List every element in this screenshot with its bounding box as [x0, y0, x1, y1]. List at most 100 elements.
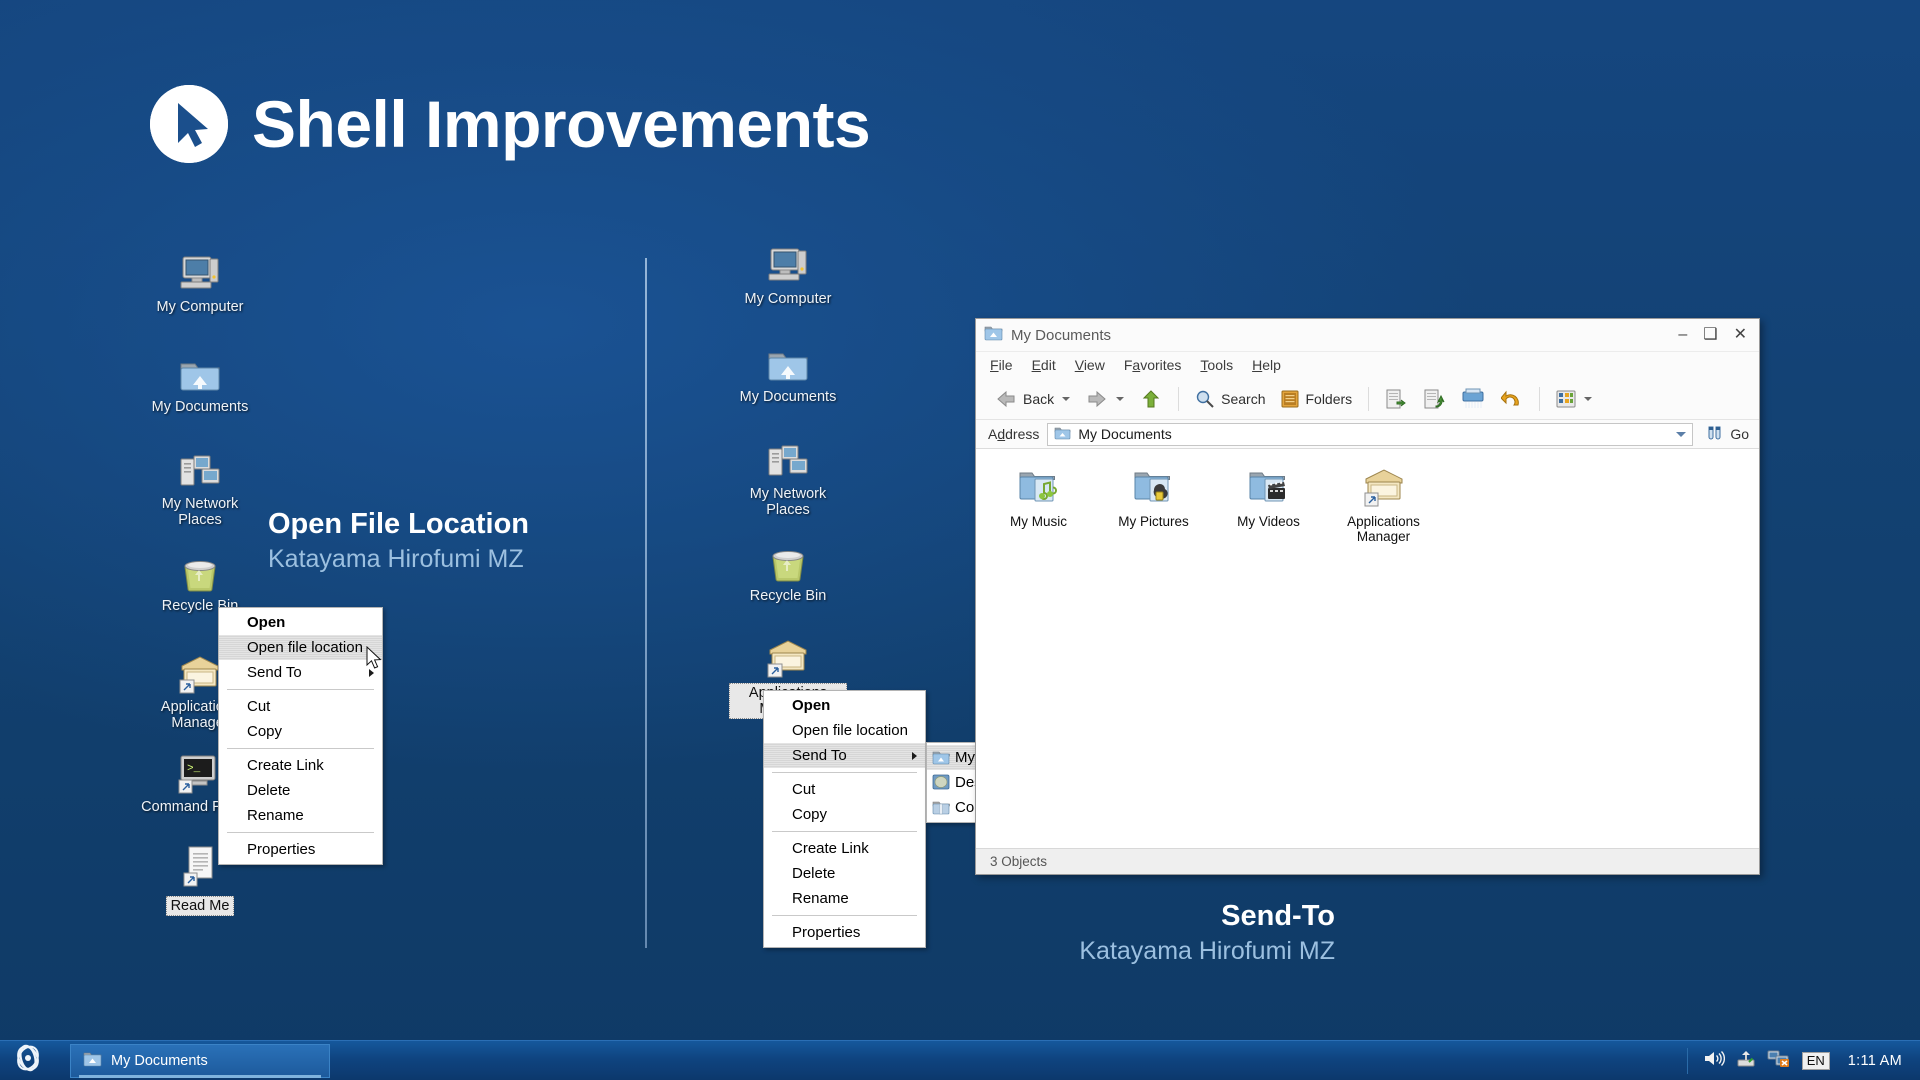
menu-item-cut[interactable]: Cut	[219, 694, 382, 719]
context-menu-right[interactable]: Open Open file location Send To Cut Copy…	[763, 690, 926, 948]
taskbar-task-my-documents[interactable]: My Documents	[70, 1043, 330, 1078]
applications-manager-icon	[1331, 463, 1436, 509]
file-item-my-videos[interactable]: My Videos	[1216, 463, 1321, 544]
desktop-icon-my-documents[interactable]: My Documents	[141, 348, 259, 415]
system-tray[interactable]: EN 1:11 AM	[1686, 1047, 1920, 1074]
back-dropdown-icon[interactable]	[1062, 396, 1071, 401]
toolbar-separator	[1178, 386, 1180, 411]
desktop-icon-my-documents-right[interactable]: My Documents	[729, 338, 847, 405]
copy-to-button[interactable]	[1416, 385, 1452, 413]
menu-item-open[interactable]: Open	[219, 610, 382, 635]
toolbar-separator	[1539, 386, 1541, 411]
volume-icon[interactable]	[1703, 1049, 1725, 1073]
my-documents-folder-icon	[83, 1050, 102, 1071]
menu-item-cut[interactable]: Cut	[764, 777, 925, 802]
minimize-button[interactable]: –	[1678, 327, 1687, 343]
menu-file[interactable]: File	[990, 357, 1013, 373]
file-item-label: My Videos	[1237, 514, 1300, 529]
desktop-icon-label: My Documents	[151, 399, 249, 415]
explorer-window[interactable]: My Documents – ❑ ✕ File Edit View Favori…	[975, 318, 1760, 875]
tray-separator	[1686, 1047, 1688, 1074]
close-button[interactable]: ✕	[1734, 327, 1747, 343]
file-item-label: My Music	[1010, 514, 1067, 529]
search-label: Search	[1221, 390, 1266, 407]
my-network-places-icon	[141, 445, 259, 491]
desktop-icon-label: Recycle Bin	[749, 588, 827, 604]
menu-item-copy[interactable]: Copy	[219, 719, 382, 744]
applications-manager-icon	[729, 632, 847, 678]
menu-item-send-to[interactable]: Send To	[764, 743, 925, 768]
language-indicator[interactable]: EN	[1801, 1051, 1830, 1070]
menu-separator	[227, 689, 374, 690]
back-button[interactable]: Back	[988, 386, 1077, 412]
menu-item-open-file-location[interactable]: Open file location	[219, 635, 382, 660]
menu-item-rename[interactable]: Rename	[764, 886, 925, 911]
menu-item-copy[interactable]: Copy	[764, 802, 925, 827]
folders-button[interactable]: Folders	[1274, 386, 1359, 412]
desktop-icon-recycle-bin[interactable]: Recycle Bin	[141, 547, 259, 614]
page-title: Shell Improvements	[150, 85, 871, 163]
forward-dropdown-icon[interactable]	[1116, 396, 1125, 401]
file-grid: My Music My Pictures My Videos Applicati…	[986, 463, 1749, 544]
my-documents-folder-icon	[141, 348, 259, 394]
address-bar[interactable]: Address My Documents Go	[976, 420, 1759, 449]
context-menu-left[interactable]: Open Open file location Send To Cut Copy…	[218, 607, 383, 865]
file-item-applications-manager[interactable]: Applications Manager	[1331, 463, 1436, 544]
desktop-icon-my-network-places[interactable]: My Network Places	[141, 445, 259, 528]
menu-item-properties[interactable]: Properties	[219, 837, 382, 862]
zipped-folder-icon	[932, 799, 950, 817]
menu-item-properties[interactable]: Properties	[764, 920, 925, 945]
window-menu-bar[interactable]: File Edit View Favorites Tools Help	[976, 352, 1759, 378]
desktop-icon	[932, 774, 950, 792]
go-button[interactable]: Go	[1701, 425, 1759, 443]
menu-item-open[interactable]: Open	[764, 693, 925, 718]
submenu-arrow-icon	[369, 668, 374, 677]
delete-button[interactable]	[1454, 385, 1492, 413]
status-text: 3 Objects	[990, 854, 1048, 869]
move-to-button[interactable]	[1378, 385, 1414, 413]
undo-button[interactable]	[1494, 385, 1530, 413]
window-title-bar[interactable]: My Documents – ❑ ✕	[976, 319, 1759, 352]
desktop-icon-my-computer[interactable]: My Computer	[141, 248, 259, 315]
desktop-icon-my-computer-right[interactable]: My Computer	[729, 240, 847, 307]
up-button[interactable]	[1133, 386, 1169, 412]
file-item-my-music[interactable]: My Music	[986, 463, 1091, 544]
desktop-icon-my-network-places-right[interactable]: My Network Places	[729, 435, 847, 518]
menu-item-open-file-location[interactable]: Open file location	[764, 718, 925, 743]
menu-edit[interactable]: Edit	[1032, 357, 1056, 373]
menu-help[interactable]: Help	[1252, 357, 1281, 373]
search-button[interactable]: Search	[1188, 386, 1272, 412]
taskbar[interactable]: My Documents EN 1:11 AM	[0, 1040, 1920, 1080]
menu-item-send-to[interactable]: Send To	[219, 660, 382, 685]
start-button[interactable]	[0, 1041, 56, 1080]
menu-item-delete[interactable]: Delete	[219, 778, 382, 803]
clock[interactable]: 1:11 AM	[1848, 1053, 1902, 1069]
menu-tools[interactable]: Tools	[1200, 357, 1233, 373]
window-toolbar[interactable]: Back Search Folders	[976, 378, 1759, 420]
my-music-folder-icon	[986, 463, 1091, 509]
caption-title: Send-To	[1221, 900, 1335, 932]
my-documents-folder-icon	[1054, 425, 1071, 443]
my-documents-folder-icon	[984, 324, 1003, 346]
file-list-area[interactable]: My Music My Pictures My Videos Applicati…	[976, 449, 1759, 848]
desktop-icon-label: My Network Places	[749, 486, 827, 518]
safely-remove-hardware-icon[interactable]	[1736, 1049, 1756, 1073]
address-value: My Documents	[1078, 426, 1172, 442]
address-input[interactable]: My Documents	[1047, 422, 1694, 446]
views-dropdown-icon[interactable]	[1584, 396, 1593, 401]
caption-open-file-location: Open File Location Katayama Hirofumi MZ	[268, 508, 529, 576]
menu-item-rename[interactable]: Rename	[219, 803, 382, 828]
network-disconnected-icon[interactable]	[1767, 1049, 1791, 1073]
menu-item-create-link[interactable]: Create Link	[764, 836, 925, 861]
menu-favorites[interactable]: Favorites	[1124, 357, 1182, 373]
maximize-button[interactable]: ❑	[1703, 327, 1717, 343]
views-button[interactable]	[1549, 386, 1599, 412]
desktop-icon-recycle-bin-right[interactable]: Recycle Bin	[729, 537, 847, 604]
menu-item-create-link[interactable]: Create Link	[219, 753, 382, 778]
file-item-my-pictures[interactable]: My Pictures	[1101, 463, 1206, 544]
menu-view[interactable]: View	[1075, 357, 1105, 373]
chevron-down-icon[interactable]	[1676, 431, 1687, 437]
menu-item-delete[interactable]: Delete	[764, 861, 925, 886]
forward-button[interactable]	[1079, 386, 1131, 412]
desktop-icon-label: My Computer	[744, 291, 832, 307]
